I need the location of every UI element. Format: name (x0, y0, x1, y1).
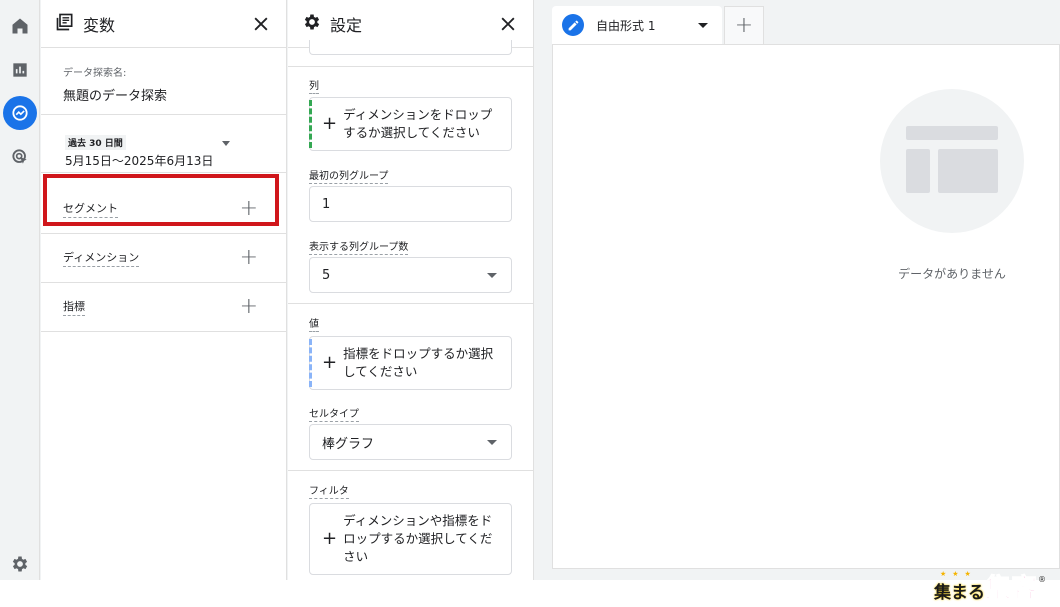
divider (288, 66, 533, 67)
tab-name: 自由形式 1 (596, 18, 656, 33)
chevron-down-icon (487, 439, 497, 445)
variables-title: 変数 (83, 15, 116, 35)
column-groups-count-value: 5 (322, 267, 331, 283)
reports-icon[interactable] (3, 53, 37, 87)
exploration-name-section[interactable]: データ探索名: 無題のデータ探索 (41, 48, 286, 115)
chevron-down-icon[interactable] (698, 22, 708, 28)
logo-text-big: 集客 (984, 574, 1037, 604)
filters-drop-text: ディメンションや指標をドロップするか選択してください (343, 513, 493, 564)
tab-bar: 自由形式 1 + (535, 0, 1060, 44)
exploration-name-value[interactable]: 無題のデータ探索 (63, 85, 264, 104)
metric-label: 指標 (63, 298, 85, 316)
first-column-group-input[interactable]: 1 (309, 186, 512, 222)
explore-icon[interactable] (3, 96, 37, 130)
add-dimension-button[interactable]: + (240, 247, 258, 269)
site-logo: ★★★ 集まる 集客 ® (933, 570, 1046, 604)
gear-icon[interactable] (3, 547, 37, 581)
empty-message: データがありません (898, 267, 1006, 281)
exploration-name-label: データ探索名: (63, 68, 127, 79)
values-drop-text: 指標をドロップするか選択してください (343, 346, 494, 379)
dimension-label: ディメンション (63, 249, 140, 267)
chevron-down-icon[interactable] (222, 141, 230, 146)
variables-panel: 変数 データ探索名: 無題のデータ探索 過去 30 日間 5月15日～2025年… (41, 0, 287, 580)
canvas-sheet: データがありません (552, 44, 1060, 569)
plus-icon: + (322, 113, 338, 134)
date-range-selector[interactable]: 過去 30 日間 5月15日～2025年6月13日 (41, 115, 286, 173)
close-icon[interactable] (250, 13, 272, 35)
columns-drop-zone[interactable]: + ディメンションをドロップするか選択してください (309, 97, 512, 151)
divider (288, 303, 533, 304)
gear-icon (302, 12, 322, 36)
cell-type-value: 棒グラフ (322, 436, 375, 452)
close-icon[interactable] (497, 13, 519, 35)
left-nav-rail (0, 0, 40, 580)
variables-icon (55, 12, 75, 36)
pencil-icon[interactable] (562, 14, 584, 36)
filters-drop-zone[interactable]: + ディメンションや指標をドロップするか選択してください (309, 503, 512, 575)
add-metric-button[interactable]: + (240, 296, 258, 318)
footer-strip (0, 580, 1060, 607)
logo-text-small: 集まる (933, 583, 985, 603)
add-tab-button[interactable]: + (724, 6, 764, 44)
first-column-group-label: 最初の列グループ (309, 167, 389, 184)
filters-label: フィルタ (309, 482, 349, 499)
logo-registered-mark: ® (1038, 575, 1046, 584)
column-groups-count-label: 表示する列グループ数 (309, 238, 409, 255)
settings-title: 設定 (330, 15, 363, 35)
stars-icon: ★★★ (939, 570, 977, 578)
cell-type-label: セルタイプ (309, 405, 359, 422)
date-range-chip: 過去 30 日間 (65, 135, 126, 150)
home-icon[interactable] (3, 9, 37, 43)
first-column-group-value: 1 (322, 196, 331, 212)
plus-icon: + (322, 352, 338, 373)
segment-highlight-box (43, 174, 279, 226)
chevron-down-icon (487, 272, 497, 278)
values-drop-zone[interactable]: + 指標をドロップするか選択してください (309, 336, 512, 390)
exploration-canvas: 自由形式 1 + データがありません (535, 0, 1060, 580)
drop-indicator (309, 100, 312, 148)
drop-indicator (309, 339, 312, 387)
variables-header: 変数 (41, 0, 286, 48)
plus-icon: + (322, 528, 338, 549)
advertising-icon[interactable] (3, 140, 37, 174)
dimension-row: ディメンション + (41, 234, 286, 283)
columns-label: 列 (309, 77, 319, 94)
values-label: 値 (309, 315, 319, 332)
empty-table-icon (880, 89, 1024, 233)
columns-drop-text: ディメンションをドロップするか選択してください (343, 107, 493, 140)
metric-row: 指標 + (41, 283, 286, 332)
previous-field-box[interactable] (309, 40, 512, 55)
date-range-text: 5月15日～2025年6月13日 (65, 154, 214, 168)
settings-panel: 設定 列 + ディメンションをドロップするか選択してください 最初の列グループ … (288, 0, 534, 580)
tab-freeform-1[interactable]: 自由形式 1 (552, 6, 722, 44)
column-groups-count-select[interactable]: 5 (309, 257, 512, 293)
cell-type-select[interactable]: 棒グラフ (309, 424, 512, 460)
divider (288, 470, 533, 471)
